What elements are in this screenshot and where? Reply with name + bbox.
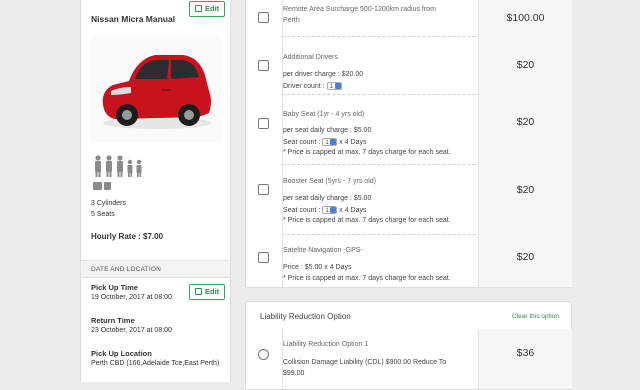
- gps-price: $20: [478, 234, 572, 287]
- additional-drivers-title: Additional Drivers: [283, 54, 338, 61]
- cylinders-text: 3 Cylinders: [91, 200, 127, 207]
- seat-count-label: Seat count :: [283, 206, 321, 214]
- return-time-label: Return Time: [91, 316, 135, 325]
- select-arrow-icon: [330, 207, 337, 213]
- liability-option-line2: $99.00: [283, 370, 305, 377]
- booking-summary-sidebar: Edit Nissan Micra Manual 3 Cylinders 5 S…: [80, 0, 231, 382]
- seat-count-label: Seat count :: [283, 138, 321, 146]
- booster-seat-title: Booster Seat (5yrs - 7 yrs old): [283, 178, 376, 185]
- remote-area-title: Remote Area Surcharge 500-1200km radius …: [283, 6, 436, 13]
- gps-price-text: Price : $5.00 x 4 Days: [283, 264, 352, 271]
- clear-option-link[interactable]: Clear this option: [512, 313, 559, 320]
- driver-charge-text: per driver charge : $20.00: [283, 71, 364, 78]
- liability-option-row: Liability Reduction Option 1 Collision D…: [246, 329, 572, 389]
- booster-seat-count-select[interactable]: 1: [322, 206, 338, 214]
- liability-title: Liability Reduction Option: [260, 312, 351, 321]
- seats-text: 5 Seats: [91, 211, 115, 218]
- car-title: Nissan Micra Manual: [91, 14, 176, 24]
- hourly-rate: Hourly Rate : $7.00: [91, 232, 164, 241]
- pickup-time-label: Pick Up Time: [91, 283, 138, 292]
- liability-option-title: Liability Reduction Option 1: [283, 341, 369, 348]
- return-time-value: 23 October, 2017 at 08:00: [91, 327, 172, 334]
- pickup-location-label: Pick Up Location: [91, 349, 152, 358]
- baby-seat-title: Baby Seat (1yr - 4 yrs old): [283, 111, 365, 118]
- gps-checkbox[interactable]: [258, 252, 269, 263]
- liability-option-radio[interactable]: [258, 349, 269, 360]
- gps-title: Satelite Navigation -GPS-: [283, 247, 363, 254]
- extra-row-baby-seat: Baby Seat (1yr - 4 yrs old) per seat dai…: [246, 94, 572, 164]
- additional-drivers-price: $20: [478, 36, 572, 94]
- baby-seat-price: $20: [478, 94, 572, 164]
- pickup-location-value: Perth CBD (166,Adelaide Tce,East Perth): [91, 360, 220, 367]
- booster-seat-price: $20: [478, 164, 572, 234]
- liability-option-price: $36: [478, 329, 572, 389]
- booster-seat-note: * Price is capped at max. 7 days charge …: [283, 217, 451, 224]
- baby-seat-note: * Price is capped at max. 7 days charge …: [283, 149, 451, 156]
- edit-icon: [195, 5, 202, 12]
- car-specs: 3 Cylinders 5 Seats: [91, 198, 126, 220]
- edit-date-button[interactable]: Edit: [189, 284, 226, 300]
- extra-row-remote-area: Remote Area Surcharge 500-1200km radius …: [246, 0, 572, 36]
- people-icon: [93, 155, 142, 190]
- baby-seat-count-select[interactable]: 1: [322, 138, 338, 146]
- edit-icon: [195, 288, 202, 295]
- select-arrow-icon: [334, 83, 341, 89]
- remote-area-title-2: Perth: [283, 17, 300, 24]
- liability-panel: Liability Reduction Option 1 Collision D…: [245, 329, 572, 390]
- pickup-time-value: 19 October, 2017 at 08:00: [91, 294, 172, 301]
- passenger-icons: [93, 155, 153, 196]
- driver-count-label: Driver count :: [283, 82, 325, 90]
- extra-row-additional-drivers: Additional Drivers per driver charge : $…: [246, 36, 572, 94]
- select-arrow-icon: [330, 139, 337, 145]
- additional-drivers-checkbox[interactable]: [258, 60, 269, 71]
- extra-row-booster-seat: Booster Seat (5yrs - 7 yrs old) per seat…: [246, 164, 572, 234]
- baby-seat-checkbox[interactable]: [258, 118, 269, 129]
- remote-area-checkbox[interactable]: [258, 12, 269, 23]
- extras-panel: Remote Area Surcharge 500-1200km radius …: [245, 0, 572, 288]
- extra-row-gps: Satelite Navigation -GPS- Price : $5.00 …: [246, 234, 572, 287]
- gps-note: * Price is capped at max. 7 days charge …: [283, 275, 451, 282]
- baby-seat-charge-text: per seat daily charge : $5.00: [283, 127, 372, 134]
- car-image: [91, 35, 221, 143]
- booster-seat-checkbox[interactable]: [258, 184, 269, 195]
- driver-count-select[interactable]: 1: [326, 82, 342, 90]
- date-location-header: DATE AND LOCATION: [81, 260, 230, 278]
- edit-car-button[interactable]: Edit: [189, 1, 226, 17]
- liability-option-line1: Collision Damage Liability (CDL) $900.00…: [283, 359, 447, 366]
- liability-header: Liability Reduction Option Clear this op…: [245, 301, 572, 331]
- remote-area-price: $100.00: [478, 0, 572, 36]
- booster-seat-charge-text: per seat daily charge : $5.00: [283, 195, 372, 202]
